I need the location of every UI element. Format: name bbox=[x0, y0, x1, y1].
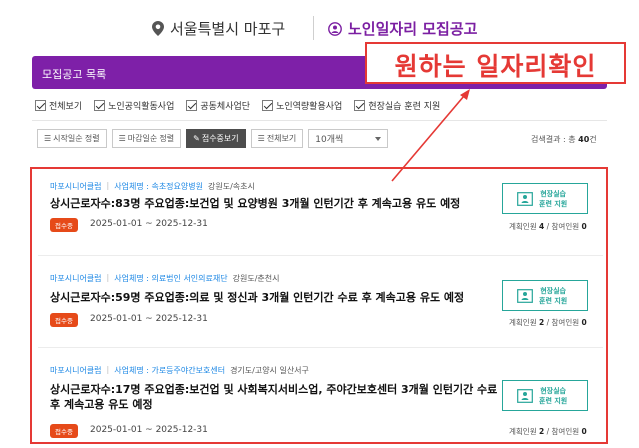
checkbox[interactable] bbox=[262, 100, 274, 111]
page-size-value: 10개씩 bbox=[315, 135, 344, 145]
category-filters: 전체보기 노인공익활동사업 공동체사업단 노인역량활용사업 현장실습 훈련 지원 bbox=[35, 99, 440, 112]
header-divider bbox=[313, 16, 314, 40]
banner-title: 모집공고 목록 bbox=[42, 68, 107, 81]
filter-community[interactable]: 공동체사업단 bbox=[186, 99, 250, 112]
result-count: 검색결과 : 총 40건 bbox=[531, 134, 597, 145]
page-size-select[interactable]: 10개씩 bbox=[308, 129, 389, 148]
filter-label: 현장실습 훈련 지원 bbox=[368, 102, 441, 112]
result-label: 검색결과 : 총 bbox=[531, 135, 576, 144]
page-title-text: 노인일자리 모집공고 bbox=[348, 20, 478, 38]
list-icon: ☰ bbox=[118, 134, 126, 143]
pencil-icon: ✎ bbox=[193, 134, 200, 143]
filter-public-activity[interactable]: 노인공익활동사업 bbox=[94, 99, 174, 112]
annotation-highlight-frame bbox=[30, 167, 608, 444]
annotation-callout: 원하는 일자리확인 bbox=[365, 42, 626, 84]
annotation-text: 원하는 일자리확인 bbox=[394, 52, 597, 81]
filter-label: 전체보기 bbox=[49, 102, 83, 112]
sort-start-button[interactable]: ☰ 시작일순 정렬 bbox=[37, 129, 107, 148]
button-label: 시작일순 정렬 bbox=[53, 134, 100, 143]
button-label: 전체보기 bbox=[266, 134, 297, 143]
checkbox[interactable] bbox=[354, 100, 366, 111]
filter-label: 노인역량활용사업 bbox=[276, 102, 343, 112]
page-title: 노인일자리 모집공고 bbox=[328, 18, 477, 39]
list-icon: ☰ bbox=[257, 134, 265, 143]
button-label: 마감일순 정렬 bbox=[127, 134, 175, 143]
show-all-button[interactable]: ☰ 전체보기 bbox=[250, 129, 304, 148]
filter-label: 공동체사업단 bbox=[200, 102, 251, 112]
filter-field-training[interactable]: 현장실습 훈련 지원 bbox=[354, 99, 440, 112]
section-divider bbox=[32, 120, 607, 121]
filter-all[interactable]: 전체보기 bbox=[35, 99, 82, 112]
checkbox[interactable] bbox=[35, 100, 46, 111]
checkbox[interactable] bbox=[94, 100, 106, 111]
location-label: 서울특별시 마포구 bbox=[170, 20, 286, 38]
filter-capability[interactable]: 노인역량활용사업 bbox=[262, 99, 342, 112]
location-pin-icon bbox=[152, 21, 164, 36]
list-icon: ☰ bbox=[44, 134, 52, 143]
user-circle-icon bbox=[328, 21, 342, 36]
result-number: 40 bbox=[578, 135, 590, 144]
list-toolbar: ☰ 시작일순 정렬 ☰ 마감일순 정렬 ✎ 접수중보기 ☰ 전체보기 10개씩 bbox=[37, 129, 389, 148]
chevron-down-icon bbox=[375, 136, 382, 141]
filter-label: 노인공익활동사업 bbox=[108, 102, 175, 112]
result-unit: 건 bbox=[589, 135, 597, 144]
button-label: 접수중보기 bbox=[201, 134, 239, 143]
show-receiving-button[interactable]: ✎ 접수중보기 bbox=[186, 129, 246, 148]
sort-deadline-button[interactable]: ☰ 마감일순 정렬 bbox=[111, 129, 182, 148]
location-selector[interactable]: 서울특별시 마포구 bbox=[152, 18, 285, 39]
checkbox[interactable] bbox=[186, 100, 198, 111]
